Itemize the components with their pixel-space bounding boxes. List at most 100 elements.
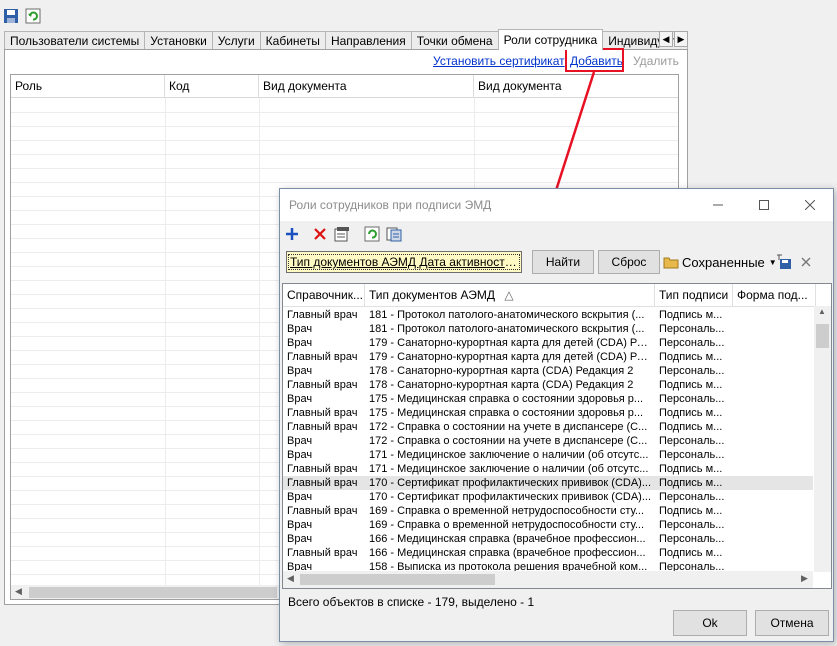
- column-header-sign-form[interactable]: Форма под...: [733, 284, 816, 306]
- clear-filter-icon: [801, 257, 811, 267]
- cell-role: Главный врач: [287, 379, 358, 391]
- cell-sign-type: Подпись м...: [659, 421, 723, 433]
- cell-role: Врач: [287, 393, 313, 405]
- roles-list: Справочник... Тип документов АЭМД △ Тип …: [282, 283, 832, 589]
- saved-filters-dropdown[interactable]: Сохраненные ▼: [663, 252, 777, 272]
- cell-role: Главный врач: [287, 351, 358, 363]
- list-item[interactable]: Врач 170 - Сертификат профилактических пр…: [283, 490, 813, 504]
- dialog-title: Роли сотрудников при подписи ЭМД: [289, 198, 492, 212]
- minimize-button[interactable]: [695, 189, 741, 221]
- roles-list-hscrollbar[interactable]: ◀ ▶: [283, 571, 813, 588]
- column-header-sign-type[interactable]: Тип подписи: [655, 284, 733, 306]
- column-header-reference[interactable]: Справочник...: [283, 284, 365, 306]
- cell-role: Врач: [287, 449, 313, 461]
- cell-role: Врач: [287, 323, 313, 335]
- cell-doc-type: 166 - Медицинская справка (врачебное про…: [369, 547, 646, 559]
- cell-doc-type: 178 - Санаторно-курортная карта (CDA) Ре…: [369, 379, 634, 391]
- list-item[interactable]: Врач 179 - Санаторно-курортная карта для …: [283, 336, 813, 350]
- cell-sign-type: Персональ...: [659, 365, 725, 377]
- cell-doc-type: 178 - Санаторно-курортная карта (CDA) Ре…: [369, 365, 634, 377]
- maximize-button[interactable]: [741, 189, 787, 221]
- ok-button[interactable]: Ok: [673, 610, 747, 636]
- filter-summary-field[interactable]: Тип документов АЭМД Дата активности с...: [286, 251, 522, 273]
- list-item[interactable]: Главный врач 171 - Медицинское заключение…: [283, 462, 813, 476]
- cell-role: Главный врач: [287, 505, 358, 517]
- folder-icon: [663, 257, 679, 269]
- cancel-button[interactable]: Отмена: [755, 610, 829, 636]
- delete-button[interactable]: [310, 224, 330, 244]
- delete-icon: [314, 228, 326, 240]
- cell-doc-type: 166 - Медицинская справка (врачебное про…: [369, 533, 646, 545]
- cell-doc-type: 169 - Справка о временной нетрудоспособн…: [369, 519, 645, 531]
- cell-sign-type: Персональ...: [659, 435, 725, 447]
- cell-doc-type: 175 - Медицинская справка о состоянии зд…: [369, 407, 644, 419]
- list-item[interactable]: Врач 171 - Медицинское заключение о налич…: [283, 448, 813, 462]
- properties-icon: [334, 227, 349, 242]
- list-item[interactable]: Врач 172 - Справка о состоянии на учете в…: [283, 434, 813, 448]
- list-item[interactable]: Врач 169 - Справка о временной нетрудоспо…: [283, 518, 813, 532]
- list-item[interactable]: Врач 166 - Медицинская справка (врачебное…: [283, 532, 813, 546]
- plus-icon: [286, 228, 298, 240]
- list-item[interactable]: Главный врач 178 - Санаторно-курортная ка…: [283, 378, 813, 392]
- cell-sign-type: Подпись м...: [659, 379, 723, 391]
- cell-sign-type: Подпись м...: [659, 477, 723, 489]
- roles-list-vscrollbar[interactable]: ▲: [814, 306, 831, 572]
- cell-doc-type: 179 - Санаторно-курортная карта для дете…: [369, 351, 651, 363]
- cell-role: Главный врач: [287, 547, 358, 559]
- tab-employee-roles[interactable]: Роли сотрудника: [497, 29, 604, 50]
- find-button[interactable]: Найти: [532, 250, 594, 274]
- close-icon: [805, 200, 815, 210]
- export-button[interactable]: [384, 224, 404, 244]
- list-item[interactable]: Главный врач 175 - Медицинская справка о …: [283, 406, 813, 420]
- cell-role: Главный врач: [287, 407, 358, 419]
- list-item[interactable]: Главный врач 169 - Справка о временной не…: [283, 504, 813, 518]
- refresh-list-button[interactable]: [362, 224, 382, 244]
- saved-filters-label: Сохраненные: [682, 254, 765, 270]
- cell-role: Главный врач: [287, 421, 358, 433]
- roles-list-hscroll-thumb[interactable]: [300, 574, 495, 585]
- cell-sign-type: Персональ...: [659, 337, 725, 349]
- refresh-icon: [364, 226, 380, 242]
- filter-summary-text: Тип документов АЭМД Дата активности с...: [288, 254, 520, 270]
- roles-dialog: Роли сотрудников при подписи ЭМД Тип док…: [279, 188, 834, 642]
- cell-doc-type: 169 - Справка о временной нетрудоспособн…: [369, 505, 645, 517]
- maximize-icon: [759, 200, 769, 210]
- status-text: Всего объектов в списке - 179, выделено …: [288, 595, 535, 609]
- cell-doc-type: 181 - Протокол патолого-анатомического в…: [369, 323, 645, 335]
- column-header-aemd-doc-type-label: Тип документов АЭМД: [369, 288, 496, 302]
- list-item[interactable]: Главный врач 179 - Санаторно-курортная ка…: [283, 350, 813, 364]
- close-button[interactable]: [787, 189, 833, 221]
- reset-button[interactable]: Сброс: [598, 250, 660, 274]
- sort-ascending-icon: △: [504, 288, 514, 302]
- cell-role: Главный врач: [287, 463, 358, 475]
- cell-doc-type: 179 - Санаторно-курортная карта для дете…: [369, 337, 651, 349]
- column-header-aemd-doc-type[interactable]: Тип документов АЭМД △: [365, 284, 655, 306]
- cell-role: Врач: [287, 365, 313, 377]
- roles-list-vscroll-thumb[interactable]: [816, 324, 829, 348]
- cell-role: Врач: [287, 533, 313, 545]
- roles-list-rows: Главный врач 181 - Протокол патолого-анат…: [283, 308, 813, 574]
- list-item[interactable]: Главный врач 170 - Сертификат профилактич…: [283, 476, 813, 490]
- cell-doc-type: 175 - Медицинская справка о состоянии зд…: [369, 393, 644, 405]
- list-item[interactable]: Врач 181 - Протокол патолого-анатомическо…: [283, 322, 813, 336]
- dialog-titlebar: Роли сотрудников при подписи ЭМД: [280, 189, 833, 221]
- cell-role: Врач: [287, 519, 313, 531]
- cell-doc-type: 171 - Медицинское заключение о наличии (…: [369, 449, 649, 461]
- cell-doc-type: 170 - Сертификат профилактических привив…: [369, 477, 651, 489]
- list-item[interactable]: Главный врач 181 - Протокол патолого-анат…: [283, 308, 813, 322]
- list-item[interactable]: Врач 175 - Медицинская справка о состояни…: [283, 392, 813, 406]
- cell-doc-type: 172 - Справка о состоянии на учете в дис…: [369, 435, 648, 447]
- save-filter-button[interactable]: [774, 252, 794, 272]
- cell-sign-type: Персональ...: [659, 449, 725, 461]
- clear-filter-button[interactable]: [796, 252, 816, 272]
- list-item[interactable]: Главный врач 166 - Медицинская справка (в…: [283, 546, 813, 560]
- properties-button[interactable]: [332, 224, 352, 244]
- cell-sign-type: Подпись м...: [659, 547, 723, 559]
- add-button[interactable]: [282, 224, 302, 244]
- list-item[interactable]: Врач 178 - Санаторно-курортная карта (CDA…: [283, 364, 813, 378]
- cell-role: Главный врач: [287, 477, 358, 489]
- export-icon: [386, 227, 402, 242]
- cell-sign-type: Персональ...: [659, 491, 725, 503]
- cell-sign-type: Подпись м...: [659, 505, 723, 517]
- list-item[interactable]: Главный врач 172 - Справка о состоянии на…: [283, 420, 813, 434]
